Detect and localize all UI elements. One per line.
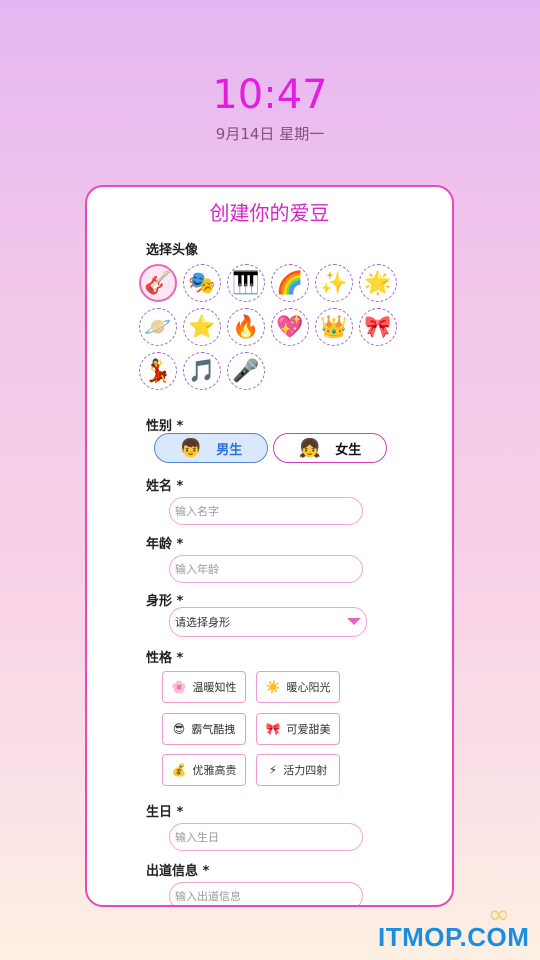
sparkling-heart-icon: 💖: [276, 314, 304, 340]
glowing-star-avatar-option[interactable]: 🌟: [359, 264, 397, 302]
dancer-avatar-option[interactable]: 💃: [139, 352, 177, 390]
age-placeholder: 输入年龄: [175, 563, 219, 576]
theater-masks-icon: 🎭: [188, 270, 216, 296]
gender-male-label: 男生: [216, 442, 243, 458]
body-select-value: 请选择身形: [175, 616, 230, 629]
name-label: 姓名 *: [146, 479, 184, 494]
trait-label: 可爱甜美: [286, 723, 331, 736]
piano-avatar-option[interactable]: 🎹: [227, 264, 265, 302]
fire-avatar-option[interactable]: 🔥: [227, 308, 265, 346]
fire-icon: 🔥: [232, 314, 260, 340]
dropdown-arrow-icon: [347, 618, 361, 625]
status-date: 9月14日 星期一: [215, 125, 325, 143]
rainbow-avatar-option[interactable]: 🌈: [271, 264, 309, 302]
piano-icon: 🎹: [232, 270, 260, 296]
microphone-avatar-option[interactable]: 🎤: [227, 352, 265, 390]
body-select[interactable]: 请选择身形: [169, 607, 367, 637]
guitar-icon: 🎸: [144, 270, 172, 296]
birthday-label: 生日 *: [146, 805, 184, 820]
gender-label: 性别 *: [146, 419, 184, 434]
planet-avatar-option[interactable]: 🪐: [139, 308, 177, 346]
music-note-avatar-option[interactable]: 🎵: [183, 352, 221, 390]
ribbon-icon: 🎀: [364, 314, 392, 340]
microphone-icon: 🎤: [232, 358, 260, 384]
theater-masks-avatar-option[interactable]: 🎭: [183, 264, 221, 302]
debut-input[interactable]: 输入出道信息: [169, 882, 363, 905]
trait-icon: ☀️: [265, 680, 281, 694]
trait-option[interactable]: ☀️ 暖心阳光: [256, 671, 340, 703]
trait-icon: ⚡: [268, 763, 278, 777]
gender-female-label: 女生: [335, 442, 362, 458]
star-icon: ⭐: [188, 314, 216, 340]
guitar-avatar-option[interactable]: 🎸: [139, 264, 177, 302]
personality-label: 性格 *: [146, 651, 184, 666]
rainbow-icon: 🌈: [276, 270, 304, 296]
trait-icon: 🌸: [171, 680, 187, 694]
create-idol-card: 创建你的爱豆 选择头像 🎸 🎭 🎹 🌈 ✨ 🌟 🪐 ⭐ 🔥 💖 👑 🎀 💃 🎵 🎤 性别 * 👦 男生 👧 …: [85, 185, 454, 907]
boy-face-icon: 👦: [179, 437, 203, 459]
gender-male-button[interactable]: 👦 男生: [154, 433, 268, 463]
dancer-icon: 💃: [144, 358, 172, 384]
trait-label: 优雅高贵: [192, 764, 237, 777]
crown-icon: 👑: [320, 314, 348, 340]
trait-label: 霸气酷拽: [191, 723, 236, 736]
sparkling-heart-avatar-option[interactable]: 💖: [271, 308, 309, 346]
sparkles-avatar-option[interactable]: ✨: [315, 264, 353, 302]
trait-option[interactable]: 🎀 可爱甜美: [256, 713, 340, 745]
trait-icon: 🎀: [265, 722, 281, 736]
planet-icon: 🪐: [144, 314, 172, 340]
trait-option[interactable]: 🌸 温暖知性: [162, 671, 246, 703]
girl-face-icon: 👧: [298, 437, 322, 459]
age-label: 年龄 *: [146, 537, 184, 552]
trait-icon: 💰: [171, 763, 187, 777]
glowing-star-icon: 🌟: [364, 270, 392, 296]
status-clock: 10:47: [212, 72, 328, 118]
name-input[interactable]: 输入名字: [169, 497, 363, 525]
trait-label: 温暖知性: [192, 681, 237, 694]
trait-label: 暖心阳光: [286, 681, 331, 694]
star-avatar-option[interactable]: ⭐: [183, 308, 221, 346]
trait-icon: 😎: [172, 722, 186, 736]
ribbon-avatar-option[interactable]: 🎀: [359, 308, 397, 346]
name-placeholder: 输入名字: [175, 505, 219, 518]
watermark: ITMOP.COM: [378, 922, 530, 952]
age-input[interactable]: 输入年龄: [169, 555, 363, 583]
crown-avatar-option[interactable]: 👑: [315, 308, 353, 346]
body-label: 身形 *: [146, 594, 184, 609]
gender-female-button[interactable]: 👧 女生: [273, 433, 387, 463]
music-note-icon: 🎵: [188, 358, 216, 384]
trait-label: 活力四射: [283, 764, 328, 777]
trait-option[interactable]: ⚡ 活力四射: [256, 754, 340, 786]
avatar-label: 选择头像: [146, 243, 199, 258]
birthday-input[interactable]: 输入生日: [169, 823, 363, 851]
birthday-placeholder: 输入生日: [175, 831, 219, 844]
card-title: 创建你的爱豆: [209, 201, 330, 225]
sparkles-icon: ✨: [320, 270, 348, 296]
debut-placeholder: 输入出道信息: [175, 890, 241, 903]
trait-option[interactable]: 😎 霸气酷拽: [162, 713, 246, 745]
trait-option[interactable]: 💰 优雅高贵: [162, 754, 246, 786]
debut-label: 出道信息 *: [146, 864, 210, 879]
